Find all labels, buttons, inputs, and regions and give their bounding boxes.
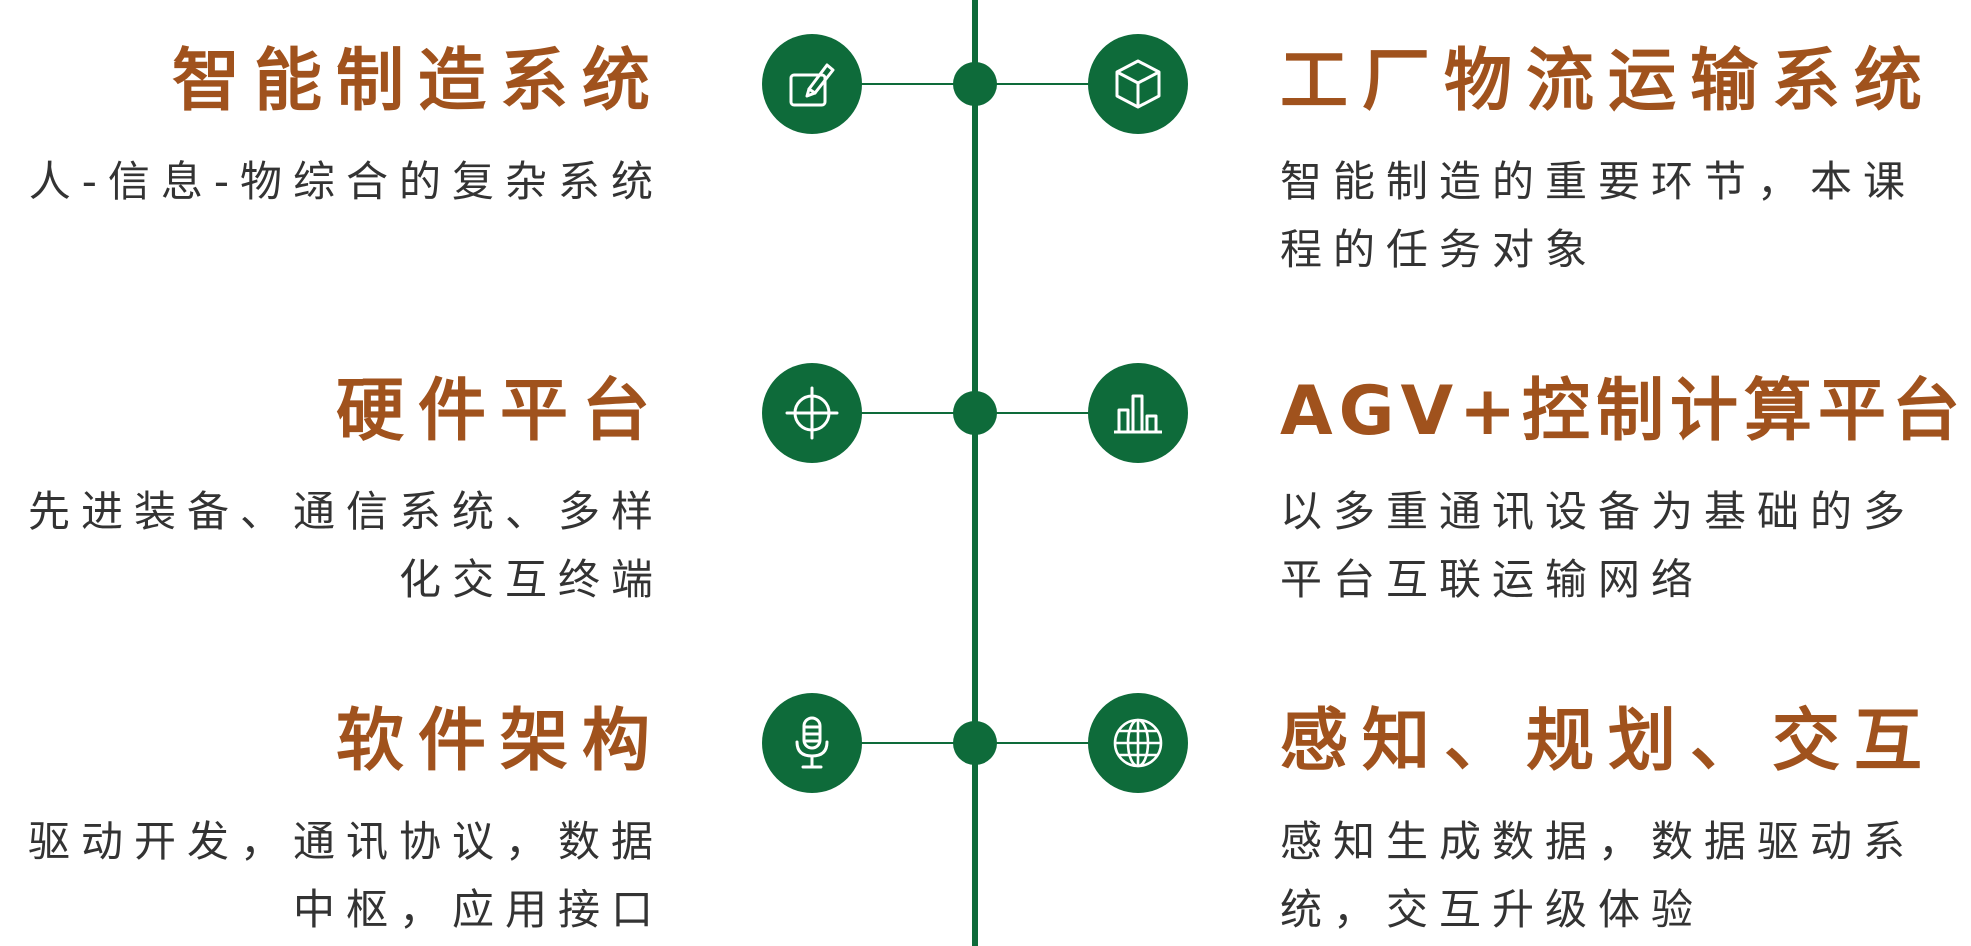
crosshair-icon [762,363,862,463]
left-title-2: 硬件平台 [335,372,664,451]
left-title-3: 软件架构 [335,702,664,781]
right-title-3: 感知、规划、交互 [1280,702,1937,781]
microphone-icon [762,693,862,793]
bar-chart-icon [1088,363,1188,463]
left-desc-2: 先进装备、通信系统、多样化交互终端 [27,487,664,604]
connector-lines [812,0,1140,946]
pen-tablet-icon [762,34,862,134]
timeline-diagram: 智能制造系统 人-信息-物综合的复杂系统 工厂物流运输系统 智能制造的重要环节，… [0,0,1971,946]
left-desc-1: 人-信息-物综合的复杂系统 [28,157,664,206]
right-desc-2: 以多重通讯设备为基础的多平台互联运输网络 [1280,487,1917,604]
center-node-1 [953,62,997,106]
left-title-1: 智能制造系统 [171,42,664,121]
right-title-1: 工厂物流运输系统 [1280,42,1937,121]
globe-icon [1088,693,1188,793]
cube-icon [1088,34,1188,134]
right-title-2: AGV+控制计算平台 [1280,372,1967,451]
center-node-2 [953,391,997,435]
center-node-3 [953,721,997,765]
left-desc-3: 驱动开发，通讯协议，数据中枢，应用接口 [27,817,664,934]
right-desc-3: 感知生成数据，数据驱动系统，交互升级体验 [1280,817,1917,934]
right-desc-1: 智能制造的重要环节，本课程的任务对象 [1280,157,1917,274]
